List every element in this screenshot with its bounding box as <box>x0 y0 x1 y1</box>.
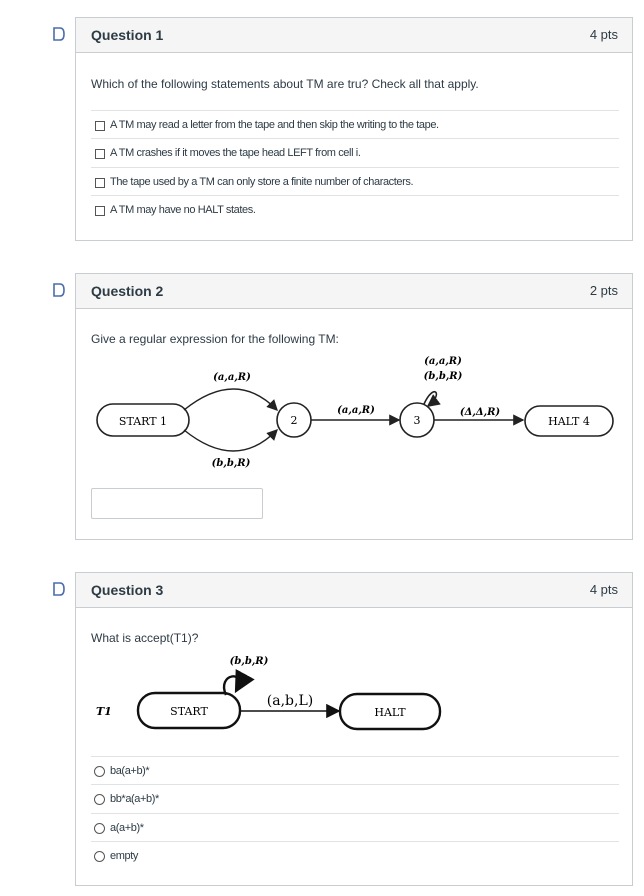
edge-bottom <box>183 428 278 452</box>
tm-diagram: T1 START (b,b,R) (a,b,L) HALT <box>96 656 442 731</box>
answer-label: A TM may have no HALT states. <box>110 204 256 216</box>
edge-loop <box>423 391 441 407</box>
question-text: What is accept(T1)? <box>91 631 199 645</box>
answer-label: A TM may read a letter from the tape and… <box>110 119 439 131</box>
checkbox[interactable] <box>95 149 105 159</box>
answer-option[interactable]: empty <box>91 841 619 870</box>
checkbox[interactable] <box>95 206 105 216</box>
state-label: HALT 4 <box>548 415 590 428</box>
edge-label: (a,b,L) <box>267 693 313 709</box>
answer-label: A TM crashes if it moves the tape head L… <box>110 147 361 159</box>
question-points: 4 pts <box>589 27 618 42</box>
question-title: Question 2 <box>91 283 164 299</box>
edge-label: (b,b,R) <box>230 656 269 667</box>
radio-button[interactable] <box>94 794 105 805</box>
question-title: Question 1 <box>91 27 164 43</box>
question-text: Which of the following statements about … <box>91 77 479 91</box>
radio-button[interactable] <box>94 766 105 777</box>
answer-input[interactable] <box>91 488 263 519</box>
question-title: Question 3 <box>91 582 164 598</box>
answer-option[interactable]: A TM crashes if it moves the tape head L… <box>91 138 619 167</box>
question-header: Question 3 4 pts <box>76 573 632 608</box>
edge-label: (b,b,R) <box>424 371 463 382</box>
answer-label: bb*a(a+b)* <box>110 793 159 805</box>
edge-top <box>183 388 278 412</box>
answer-label: The tape used by a TM can only store a f… <box>110 176 414 188</box>
answer-option[interactable]: A TM may read a letter from the tape and… <box>91 110 619 139</box>
state-label: 2 <box>291 414 298 427</box>
answer-label: empty <box>110 850 138 862</box>
checkbox[interactable] <box>95 121 105 131</box>
state-label: START 1 <box>119 415 167 428</box>
edge-label: (Δ,Δ,R) <box>460 407 501 418</box>
flag-icon[interactable] <box>52 27 66 41</box>
radio-button[interactable] <box>94 851 105 862</box>
flag-icon[interactable] <box>52 582 66 596</box>
answer-option[interactable]: A TM may have no HALT states. <box>91 195 619 224</box>
tm-diagram: START 1 (a,a,R) (b,b,R) 2 (a,a,R) 3 (a,a… <box>96 356 614 469</box>
edge-label: (b,b,R) <box>212 458 251 469</box>
edge-label: (a,a,R) <box>424 356 462 367</box>
question-1: Question 1 4 pts Which of the following … <box>75 17 633 241</box>
answer-option[interactable]: a(a+b)* <box>91 813 619 842</box>
answer-option[interactable]: The tape used by a TM can only store a f… <box>91 167 619 196</box>
edge-label: (a,a,R) <box>213 372 251 383</box>
checkbox[interactable] <box>95 178 105 188</box>
question-header: Question 1 4 pts <box>76 18 632 53</box>
question-header: Question 2 2 pts <box>76 274 632 309</box>
answer-option[interactable]: ba(a+b)* <box>91 756 619 785</box>
flag-icon[interactable] <box>52 283 66 297</box>
answer-label: a(a+b)* <box>110 822 144 834</box>
answer-option[interactable]: bb*a(a+b)* <box>91 784 619 813</box>
tm-name: T1 <box>96 705 112 718</box>
question-points: 2 pts <box>589 283 618 298</box>
state-label: 3 <box>414 414 421 427</box>
question-2: Question 2 2 pts Give a regular expressi… <box>75 273 633 540</box>
question-text: Give a regular expression for the follow… <box>91 332 339 346</box>
state-label: START <box>170 705 208 718</box>
state-label: HALT <box>374 706 406 719</box>
question-points: 4 pts <box>589 582 618 597</box>
radio-button[interactable] <box>94 823 105 834</box>
edge-label: (a,a,R) <box>337 405 375 416</box>
question-3: Question 3 4 pts What is accept(T1)? T1 … <box>75 572 633 886</box>
answer-label: ba(a+b)* <box>110 765 150 777</box>
